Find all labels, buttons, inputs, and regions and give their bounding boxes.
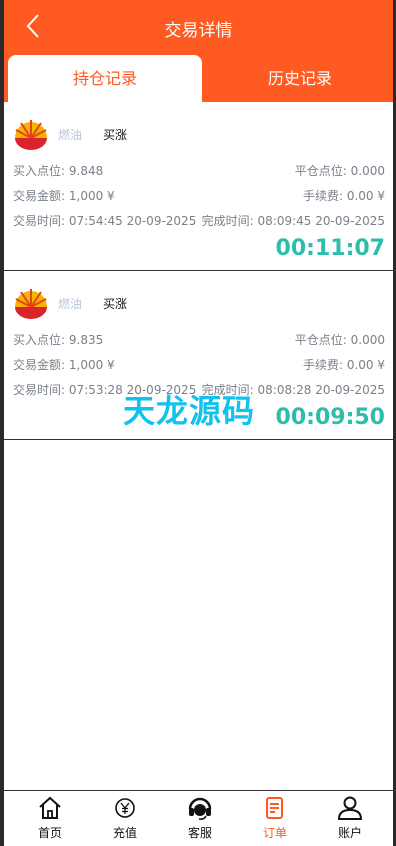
yen-coin-icon — [115, 798, 135, 818]
bottom-nav: 首页 充值 客服 订单 账户 — [4, 790, 393, 846]
header: 交易详情 持仓记录 历史记录 — [4, 0, 393, 102]
amount-value: 1,000 ¥ — [68, 189, 115, 203]
countdown-timer: 00:09:50 — [275, 405, 385, 430]
fee-value: 0.00 ¥ — [346, 189, 385, 203]
trade-time-value: 07:54:45 20-09-2025 — [68, 214, 197, 228]
nav-recharge[interactable]: 充值 — [87, 791, 163, 846]
close-point-label: 平仓点位: — [294, 164, 347, 178]
finish-time-value: 08:09:45 20-09-2025 — [257, 214, 385, 228]
close-point-value: 0.000 — [350, 164, 385, 178]
nav-home-label: 首页 — [37, 826, 62, 840]
page-title: 交易详情 — [164, 21, 233, 41]
home-icon — [39, 796, 61, 819]
watermark-text: 天龙源码 — [123, 392, 256, 430]
trade-direction: 买涨 — [103, 297, 128, 311]
fee-label: 手续费: — [302, 358, 343, 372]
nav-orders-label: 订单 — [262, 826, 287, 840]
nav-recharge-label: 充值 — [112, 826, 137, 840]
nav-service[interactable]: 客服 — [162, 791, 238, 846]
finish-time-value: 08:08:28 20-09-2025 — [257, 383, 385, 397]
nav-orders[interactable]: 订单 — [237, 791, 313, 846]
close-point-label: 平仓点位: — [294, 333, 347, 347]
headset-icon — [188, 797, 212, 820]
buy-point-label: 买入点位: — [13, 333, 66, 347]
tab-history-records[interactable]: 历史记录 — [203, 55, 396, 102]
petrochina-logo — [15, 120, 47, 150]
nav-account-label: 账户 — [337, 826, 362, 840]
product-name: 燃油 — [58, 128, 83, 142]
trade-time-label: 交易时间: — [13, 214, 66, 228]
buy-point-value: 9.835 — [68, 333, 104, 347]
user-icon — [337, 796, 363, 820]
buy-point-value: 9.848 — [68, 164, 104, 178]
order-card[interactable]: 燃油 买涨 买入点位: 9.848 平仓点位: 0.000 交易金额: 1,00… — [4, 102, 393, 271]
tab-holding-records[interactable]: 持仓记录 — [8, 55, 202, 102]
order-list-icon — [266, 797, 283, 819]
countdown-timer: 00:11:07 — [275, 236, 385, 261]
petrochina-logo — [15, 289, 47, 319]
fee-value: 0.00 ¥ — [346, 358, 385, 372]
product-name: 燃油 — [58, 297, 83, 311]
nav-service-label: 客服 — [187, 826, 212, 840]
fee-label: 手续费: — [302, 189, 343, 203]
nav-home[interactable]: 首页 — [12, 791, 88, 846]
close-point-value: 0.000 — [350, 333, 385, 347]
trade-time-label: 交易时间: — [13, 383, 66, 397]
finish-time-label: 完成时间: — [201, 214, 254, 228]
buy-point-label: 买入点位: — [13, 164, 66, 178]
nav-account[interactable]: 账户 — [312, 791, 388, 846]
amount-label: 交易金额: — [13, 358, 66, 372]
amount-value: 1,000 ¥ — [68, 358, 115, 372]
trade-direction: 买涨 — [103, 128, 128, 142]
amount-label: 交易金额: — [13, 189, 66, 203]
